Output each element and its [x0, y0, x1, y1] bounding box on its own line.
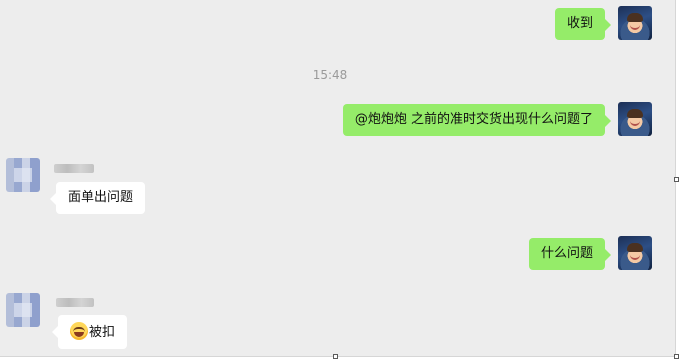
- my-message-bubble[interactable]: 什么问题: [528, 238, 612, 270]
- contact-message-bubble[interactable]: 面单出问题: [49, 182, 146, 214]
- message-text: 收到: [566, 16, 593, 31]
- message-text: 面单出问题: [68, 190, 134, 205]
- contact-avatar[interactable]: [6, 293, 40, 327]
- resize-handle-bottom[interactable]: [333, 354, 338, 359]
- contact-name: [56, 298, 94, 307]
- contact-message-bubble[interactable]: 被扣: [51, 315, 128, 349]
- my-message-bubble[interactable]: @炮炮炮 之前的准时交货出现什么问题了: [342, 104, 612, 136]
- my-avatar[interactable]: [618, 102, 652, 136]
- resize-gutter-bottom: [0, 357, 682, 363]
- my-avatar[interactable]: [618, 236, 652, 270]
- resize-handle-corner[interactable]: [674, 354, 679, 359]
- chat-panel: 收到 15:48 @炮炮炮 之前的准时交货出现什么问题了 面单出问题 什么问题 …: [0, 0, 676, 357]
- message-text: @炮炮炮 之前的准时交货出现什么问题了: [354, 112, 593, 127]
- message-timestamp: 15:48: [312, 68, 348, 82]
- contact-avatar[interactable]: [6, 158, 40, 192]
- my-avatar[interactable]: [618, 6, 652, 40]
- my-message-bubble[interactable]: 收到: [554, 8, 612, 40]
- laugh-cry-emoji-icon: [70, 322, 88, 340]
- contact-name: [54, 164, 94, 173]
- message-text: 被扣: [89, 325, 116, 340]
- resize-handle-right[interactable]: [674, 177, 679, 182]
- message-text: 什么问题: [540, 246, 593, 261]
